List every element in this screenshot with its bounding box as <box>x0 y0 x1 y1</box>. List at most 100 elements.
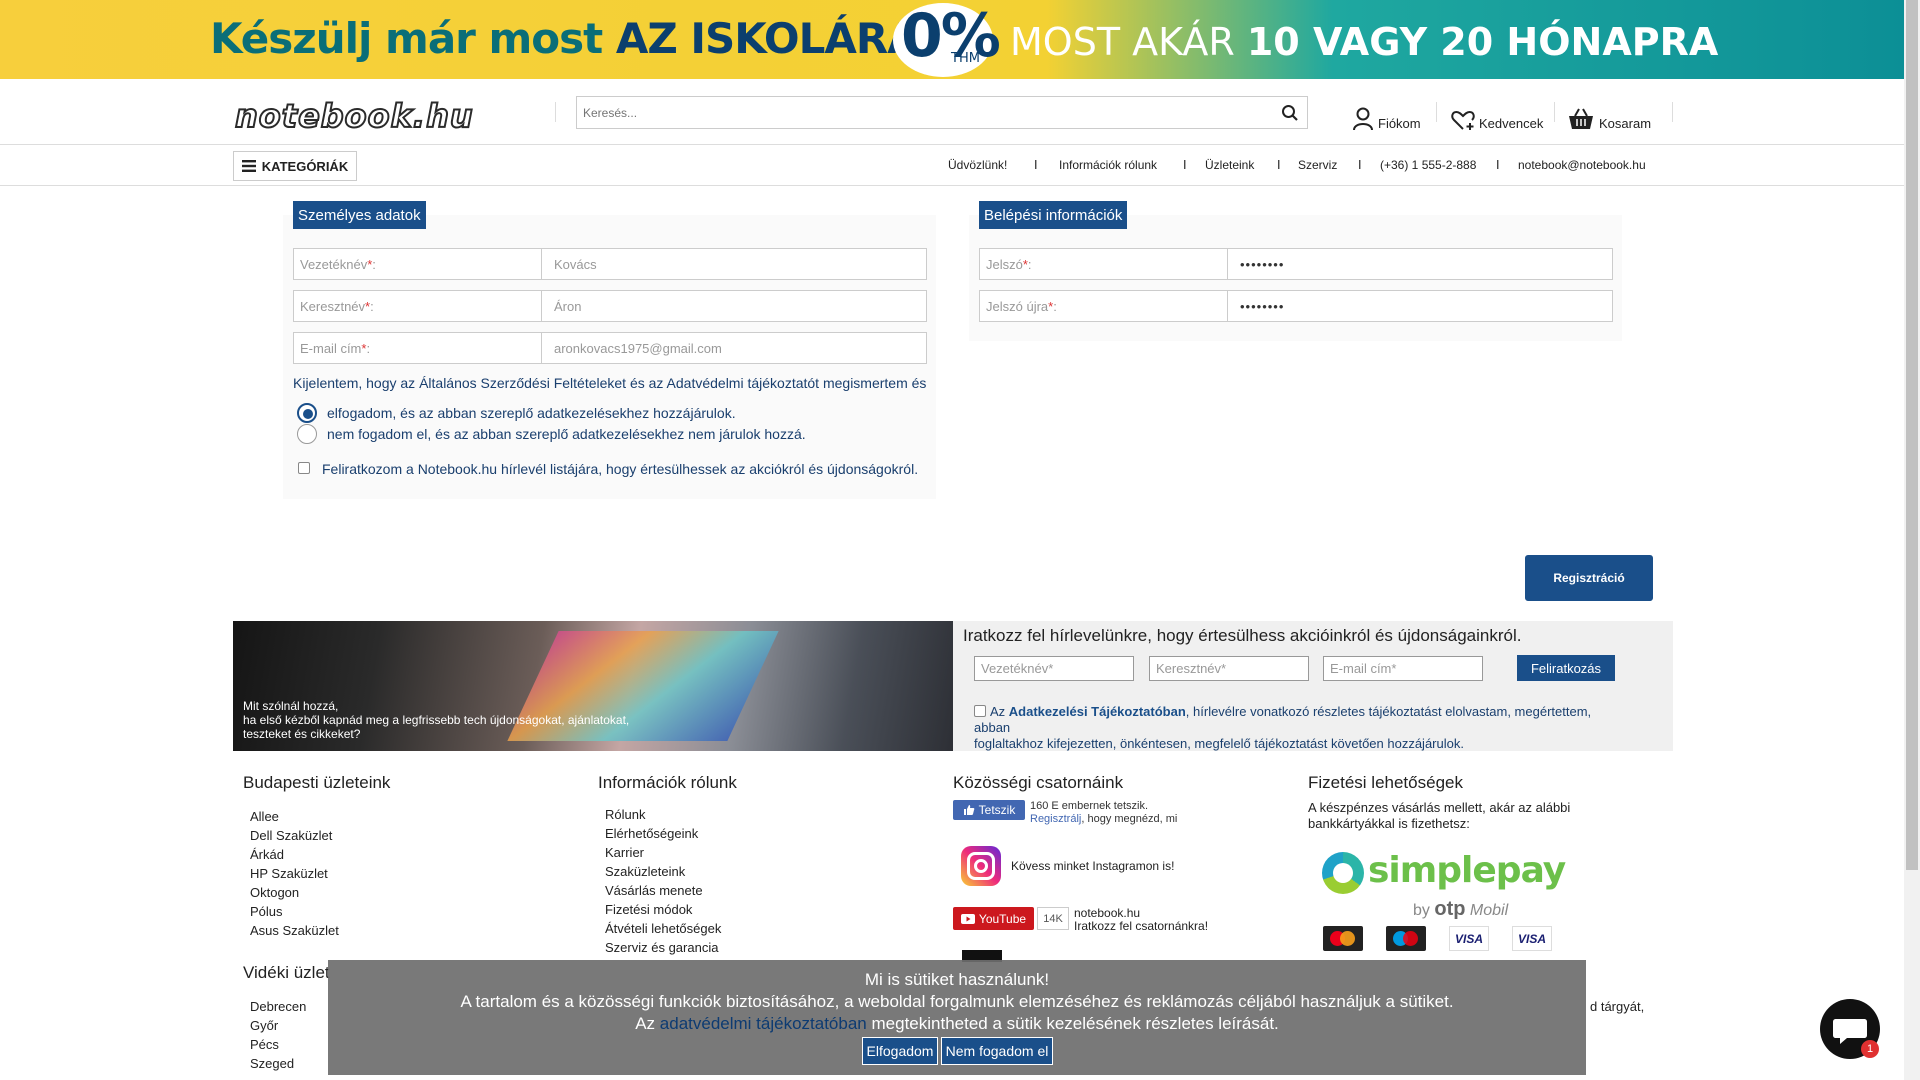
lastname-field[interactable]: Vezetéknév *: Kovács <box>293 248 927 280</box>
newsletter-title: Iratkozz fel hírlevelünkre, hogy értesül… <box>963 626 1522 645</box>
facebook-like-button[interactable]: Tetszik <box>953 800 1025 820</box>
visa-icon: VISA <box>1449 926 1489 951</box>
cookie-text-link-line: Az adatvédelmi tájékoztatóban megtekinth… <box>635 1014 1279 1033</box>
list-item[interactable]: HP Szaküzlet <box>250 864 339 883</box>
list-item[interactable]: Debrecen <box>250 997 306 1016</box>
email-value[interactable]: aronkovacs1975@gmail.com <box>542 333 926 363</box>
cookie-accept-button[interactable]: Elfogadom <box>862 1037 938 1065</box>
newsletter-email-input[interactable]: E-mail cím* <box>1323 656 1483 681</box>
password-repeat-field[interactable]: Jelszó újra *: •••••••• <box>979 290 1613 322</box>
nav-phone[interactable]: (+36) 1 555-2-888 <box>1380 158 1476 172</box>
youtube-count: 14K <box>1037 907 1069 930</box>
privacy-policy-link[interactable]: Adatkezelési Tájékoztatóban <box>1009 704 1186 719</box>
chat-notification-badge: 1 <box>1861 1040 1879 1058</box>
thumbs-up-icon <box>963 805 974 815</box>
lastname-value[interactable]: Kovács <box>542 249 926 279</box>
cookie-decline-button[interactable]: Nem fogadom el <box>941 1037 1053 1065</box>
newsletter-checkbox[interactable] <box>298 462 310 474</box>
decline-label[interactable]: nem fogadom el, és az abban szereplő ada… <box>327 426 806 442</box>
list-item[interactable]: Árkád <box>250 845 339 864</box>
list-item[interactable]: Szaküzleteink <box>605 862 721 881</box>
newsletter-lastname-input[interactable]: Vezetéknév* <box>974 656 1134 681</box>
site-logo[interactable]: notebook.hu <box>234 96 474 136</box>
firstname-value[interactable]: Áron <box>542 291 926 321</box>
header-divider <box>555 102 556 122</box>
list-item[interactable]: Győr <box>250 1016 306 1035</box>
cart-link[interactable]: Kosaram <box>1567 101 1651 131</box>
newsletter-firstname-input[interactable]: Keresztnév* <box>1149 656 1309 681</box>
nav-about[interactable]: Információk rólunk <box>1059 158 1157 172</box>
newsletter-label[interactable]: Feliratkozom a Notebook.hu hírlevél list… <box>322 461 918 477</box>
list-item[interactable]: Vásárlás menete <box>605 881 721 900</box>
email-field[interactable]: E-mail cím *: aronkovacs1975@gmail.com <box>293 332 927 364</box>
promo-zero-percent-badge: 0% THM <box>893 1 1001 77</box>
list-item[interactable]: Elérhetőségeink <box>605 824 721 843</box>
nav-stores[interactable]: Üzleteink <box>1205 158 1254 172</box>
basket-icon <box>1569 108 1593 129</box>
budapest-stores-title: Budapesti üzleteink <box>243 773 391 792</box>
instagram-icon[interactable] <box>961 846 1001 886</box>
facebook-register-link[interactable]: Regisztrálj <box>1030 813 1081 825</box>
promo-banner[interactable]: Készülj már most AZ ISKOLÁRA 0% THM MOST… <box>0 0 1904 79</box>
list-item[interactable]: Oktogon <box>250 883 339 902</box>
simplepay-logo-icon <box>1322 852 1364 894</box>
heart-plus-icon <box>1451 110 1475 130</box>
list-item[interactable]: Pólus <box>250 902 339 921</box>
list-item[interactable]: Pécs <box>250 1035 306 1054</box>
user-icon <box>1353 107 1373 131</box>
register-button[interactable]: Regisztráció <box>1525 555 1653 601</box>
simplepay-logo: simplepay <box>1368 850 1566 891</box>
hamburger-icon <box>241 160 256 172</box>
youtube-channel-text: notebook.hu Iratkozz fel csatornánkra! <box>1074 906 1209 933</box>
youtube-button[interactable]: YouTube <box>953 907 1034 930</box>
accept-radio[interactable] <box>297 403 317 423</box>
nav-separator: I <box>1034 158 1038 172</box>
regional-stores-title: Vidéki üzlet <box>243 963 330 982</box>
list-item[interactable]: Szeged <box>250 1054 306 1073</box>
decline-radio[interactable] <box>297 424 317 444</box>
favorites-link[interactable]: Kedvencek <box>1451 101 1543 131</box>
password-label: Jelszó *: <box>980 249 1228 279</box>
list-item[interactable]: Fizetési módok <box>605 900 721 919</box>
youtube-subscribe-button[interactable]: YouTube 14K <box>953 907 1069 930</box>
password-repeat-value[interactable]: •••••••• <box>1228 291 1612 321</box>
login-info-title: Belépési információk <box>979 201 1128 229</box>
list-item[interactable]: Allee <box>250 807 339 826</box>
nav-separator: I <box>1358 158 1362 172</box>
password-repeat-label: Jelszó újra *: <box>980 291 1228 321</box>
cookie-privacy-link[interactable]: adatvédelmi tájékoztatóban <box>660 1014 867 1033</box>
header-divider <box>1554 102 1555 122</box>
list-item[interactable]: Dell Szaküzlet <box>250 826 339 845</box>
simplepay-by: by otp Mobil <box>1413 898 1509 920</box>
newsletter-subscribe-button[interactable]: Feliratkozás <box>1517 655 1615 681</box>
social-title: Közösségi csatornáink <box>953 773 1124 792</box>
list-item[interactable]: Szerviz és garancia <box>605 938 721 957</box>
mastercard-icon <box>1323 926 1363 951</box>
nav-service[interactable]: Szerviz <box>1298 158 1337 172</box>
info-list: Rólunk Elérhetőségeink Karrier Szaküzlet… <box>605 805 721 957</box>
nav-welcome[interactable]: Üdvözlünk! <box>948 158 1007 172</box>
instagram-text[interactable]: Kövess minket Instagramon is! <box>1011 859 1174 873</box>
promo-text-right: MOST AKÁR 10 VAGY 20 HÓNAPRA <box>1010 20 1719 64</box>
firstname-field[interactable]: Keresztnév *: Áron <box>293 290 927 322</box>
promo-text-left: Készülj már most AZ ISKOLÁRA <box>210 14 920 63</box>
newsletter-consent-text: Az Adatkezelési Tájékoztatóban, hírlevél… <box>974 704 1592 751</box>
list-item[interactable]: Rólunk <box>605 805 721 824</box>
list-item[interactable]: Karrier <box>605 843 721 862</box>
password-field[interactable]: Jelszó *: •••••••• <box>979 248 1613 280</box>
search-input[interactable] <box>577 97 1267 128</box>
nav-email[interactable]: notebook@notebook.hu <box>1518 158 1646 172</box>
nav-separator: I <box>1496 158 1500 172</box>
search-icon[interactable] <box>1281 104 1299 122</box>
scrollbar-thumb[interactable] <box>1906 0 1918 870</box>
list-item[interactable]: Asus Szaküzlet <box>250 921 339 940</box>
personal-data-title: Személyes adatok <box>293 201 426 229</box>
budapest-stores-list: Allee Dell Szaküzlet Árkád HP Szaküzlet … <box>250 807 339 940</box>
account-link[interactable]: Fiókom <box>1352 101 1421 131</box>
list-item[interactable]: Átvételi lehetőségek <box>605 919 721 938</box>
cookie-title: Mi is sütiket használunk! <box>864 970 1050 989</box>
facebook-like-info: 160 E embernek tetszik. Regisztrálj, hog… <box>1030 800 1178 825</box>
accept-label[interactable]: elfogadom, és az abban szereplő adatkeze… <box>327 405 736 421</box>
password-value[interactable]: •••••••• <box>1228 249 1612 279</box>
categories-button[interactable]: KATEGÓRIÁK <box>233 151 357 181</box>
